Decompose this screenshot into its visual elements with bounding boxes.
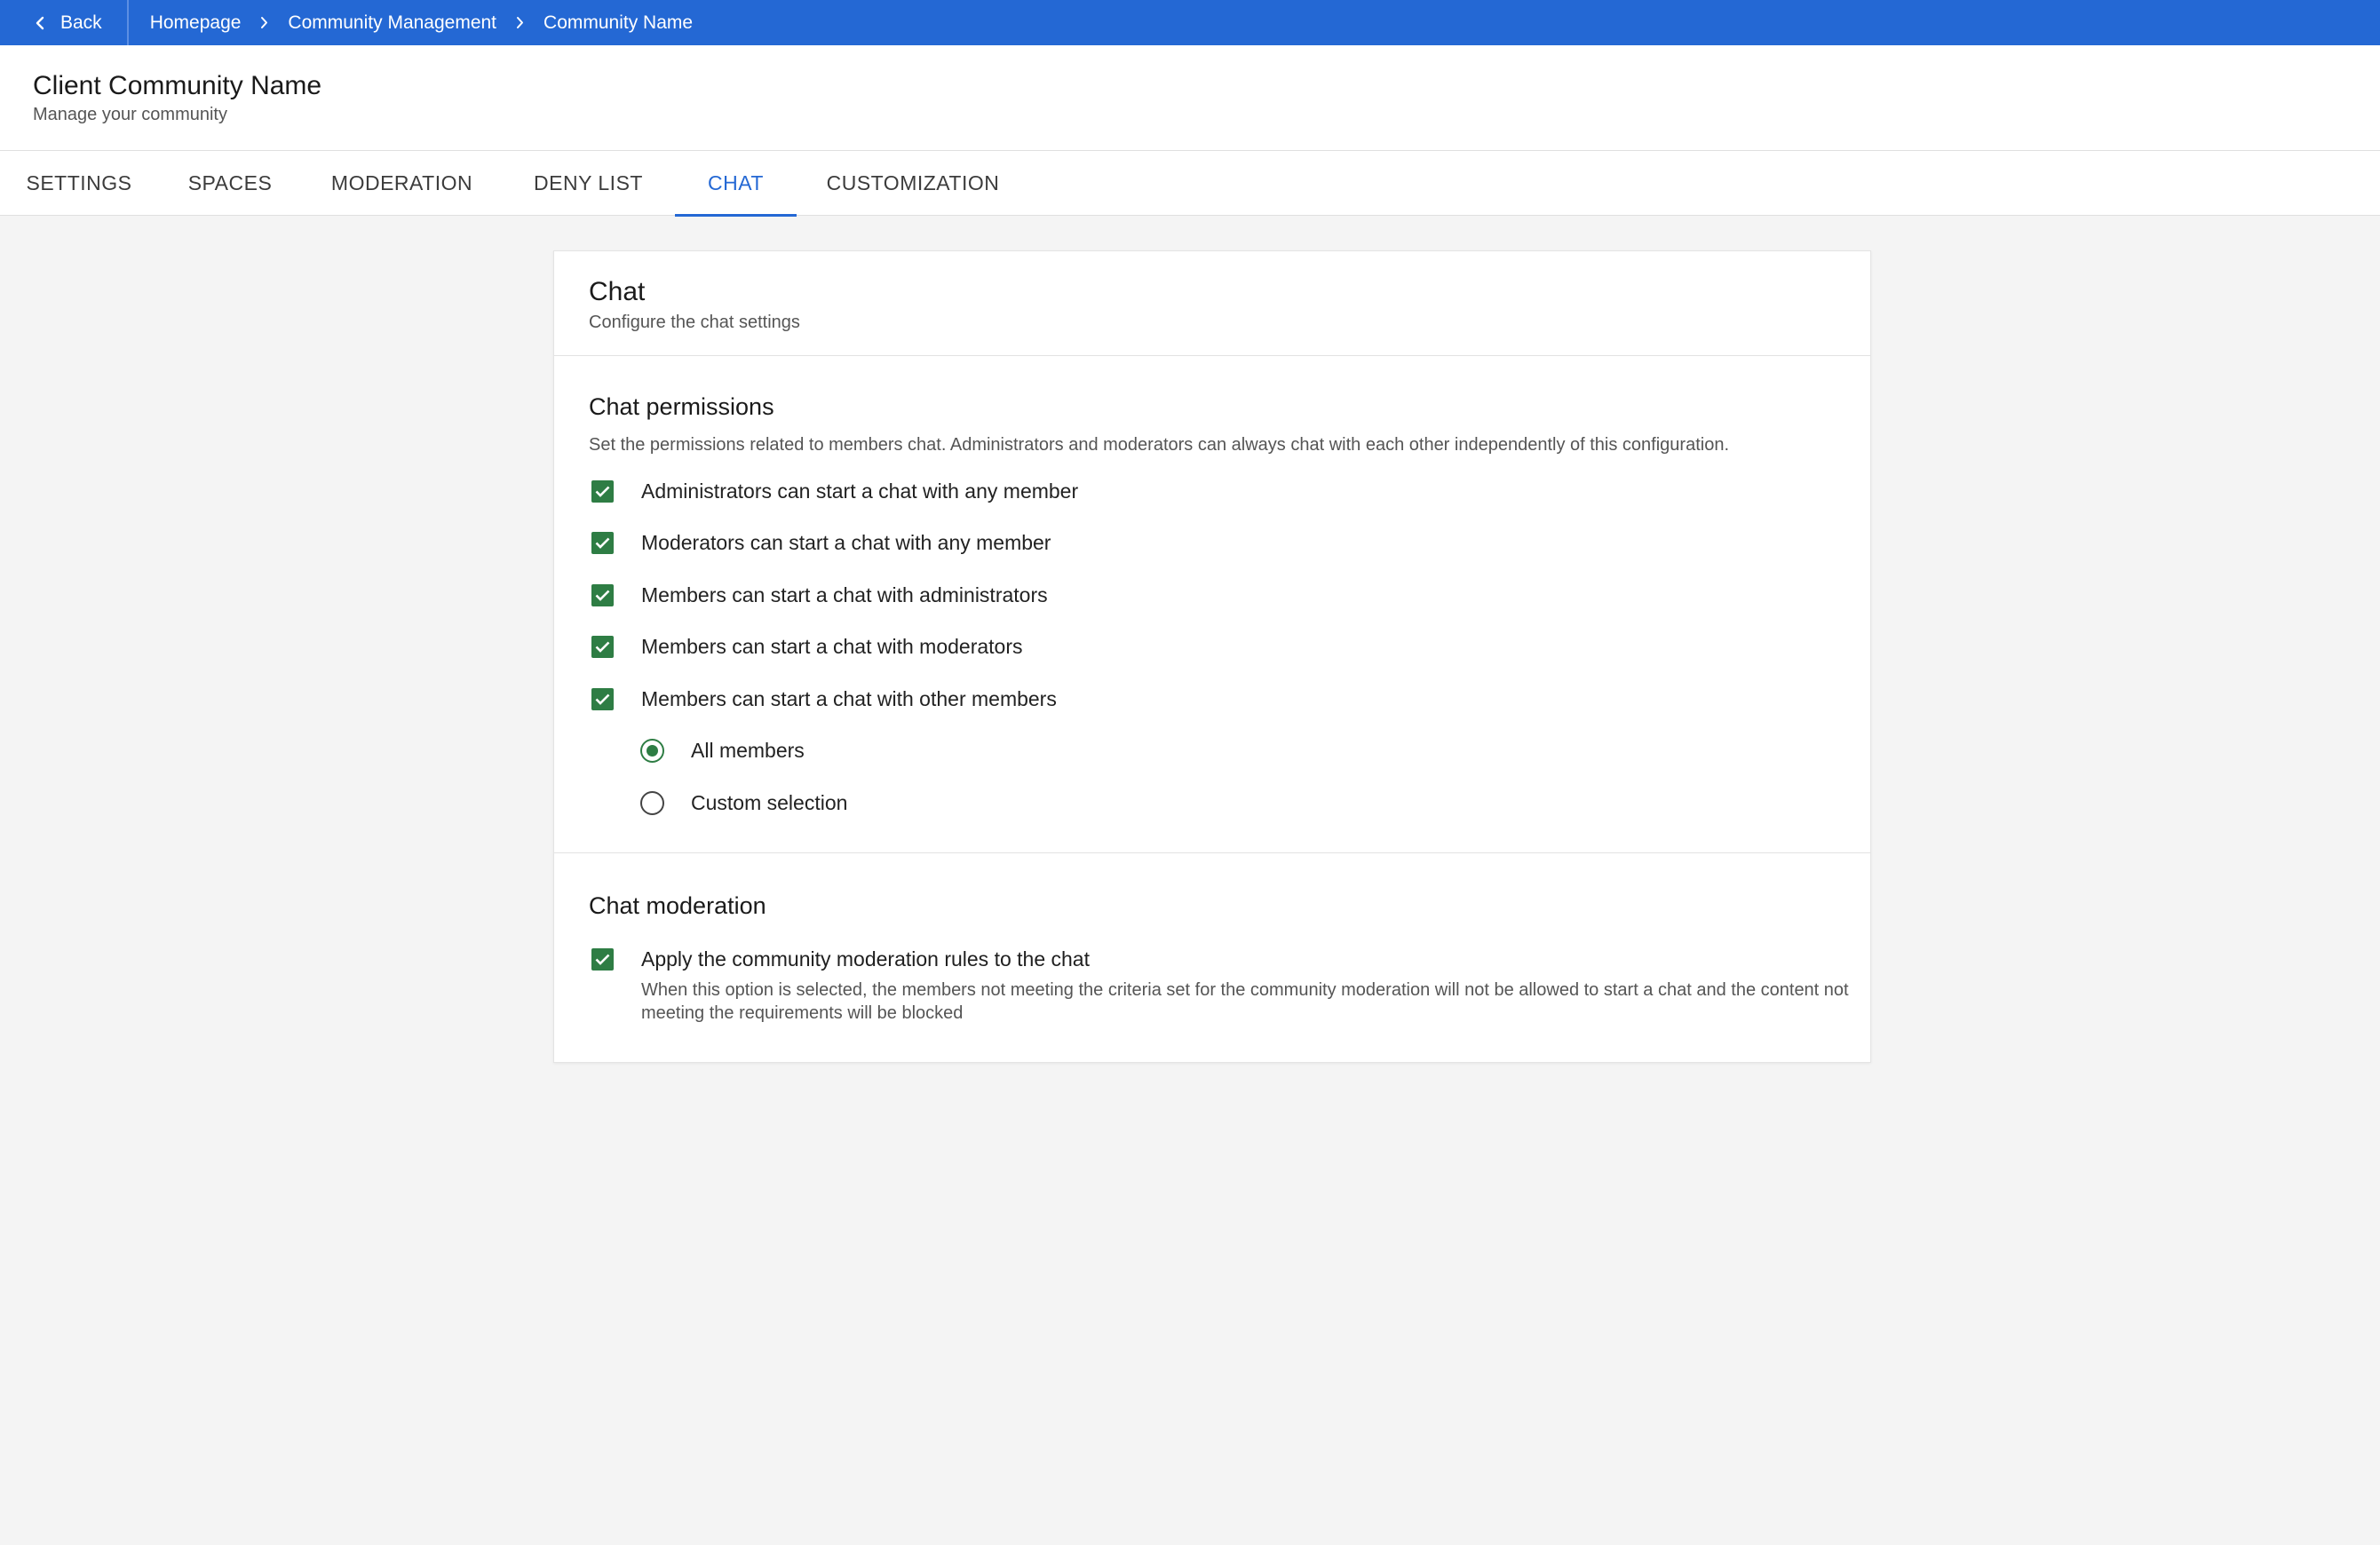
tab-bar: SETTINGS SPACES MODERATION DENY LIST CHA… — [0, 151, 2380, 217]
checkbox-members-chat-admins[interactable]: Members can start a chat with administra… — [589, 569, 1836, 622]
back-label: Back — [60, 12, 102, 33]
radio-custom-selection[interactable]: Custom selection — [589, 777, 1836, 829]
checkbox-checked-icon[interactable] — [591, 948, 614, 971]
page-header: Client Community Name Manage your commun… — [0, 45, 2380, 151]
tab-customization[interactable]: CUSTOMIZATION — [797, 151, 1029, 216]
tab-deny-list[interactable]: DENY LIST — [502, 151, 675, 216]
radio-label: Custom selection — [691, 790, 848, 814]
checkbox-checked-icon[interactable] — [591, 532, 614, 555]
tab-chat[interactable]: CHAT — [675, 151, 797, 217]
checkbox-checked-icon[interactable] — [591, 687, 614, 710]
top-navigation-bar: Back Homepage Community Management Commu… — [0, 0, 2380, 45]
section-title-moderation: Chat moderation — [589, 892, 766, 919]
breadcrumb: Homepage Community Management Community … — [129, 12, 693, 34]
back-button[interactable]: Back — [0, 0, 129, 45]
checkbox-label: Members can start a chat with moderators — [641, 635, 1023, 659]
section-title-permissions: Chat permissions — [589, 393, 774, 420]
radio-all-members[interactable]: All members — [589, 725, 1836, 778]
chevron-right-icon — [260, 16, 268, 29]
checkbox-admins-chat-any-member[interactable]: Administrators can start a chat with any… — [589, 465, 1836, 518]
chevron-left-icon — [36, 16, 44, 29]
chevron-right-icon — [516, 16, 524, 29]
chat-moderation-section: Chat moderation Apply the community mode… — [554, 853, 1870, 1025]
checkbox-label: Apply the community moderation rules to … — [641, 947, 1090, 971]
card-header: Chat Configure the chat settings — [554, 251, 1870, 356]
checkbox-checked-icon[interactable] — [591, 479, 614, 503]
tab-moderation[interactable]: MODERATION — [302, 151, 502, 216]
chat-settings-card: Chat Configure the chat settings Chat pe… — [553, 250, 1871, 1063]
radio-unselected-icon[interactable] — [640, 790, 664, 815]
checkbox-checked-icon[interactable] — [591, 636, 614, 659]
radio-selected-icon[interactable] — [640, 739, 664, 764]
chat-permissions-section: Chat permissions Set the permissions rel… — [554, 356, 1870, 853]
checkbox-label: Moderators can start a chat with any mem… — [641, 531, 1051, 555]
checkbox-label: Members can start a chat with administra… — [641, 582, 1048, 606]
breadcrumb-homepage[interactable]: Homepage — [150, 12, 242, 34]
checkbox-label: Members can start a chat with other memb… — [641, 686, 1057, 710]
card-title: Chat — [589, 277, 646, 306]
moderation-help-text: When this option is selected, the member… — [641, 980, 1849, 1023]
tab-spaces[interactable]: SPACES — [158, 151, 302, 216]
checkbox-members-chat-members[interactable]: Members can start a chat with other memb… — [589, 673, 1836, 725]
tab-settings[interactable]: SETTINGS — [0, 151, 158, 216]
breadcrumb-community-management[interactable]: Community Management — [288, 12, 496, 34]
card-subtitle: Configure the chat settings — [589, 313, 800, 332]
checkbox-checked-icon[interactable] — [591, 583, 614, 606]
radio-label: All members — [691, 739, 805, 763]
checkbox-apply-moderation-rules[interactable]: Apply the community moderation rules to … — [589, 947, 1836, 971]
checkbox-members-chat-moderators[interactable]: Members can start a chat with moderators — [589, 622, 1836, 674]
section-description-permissions: Set the permissions related to members c… — [589, 435, 1730, 455]
page-title: Client Community Name — [33, 71, 322, 100]
checkbox-label: Administrators can start a chat with any… — [641, 479, 1079, 503]
breadcrumb-community-name: Community Name — [543, 12, 694, 33]
checkbox-moderators-chat-any-member[interactable]: Moderators can start a chat with any mem… — [589, 518, 1836, 570]
page-subtitle: Manage your community — [33, 105, 227, 124]
